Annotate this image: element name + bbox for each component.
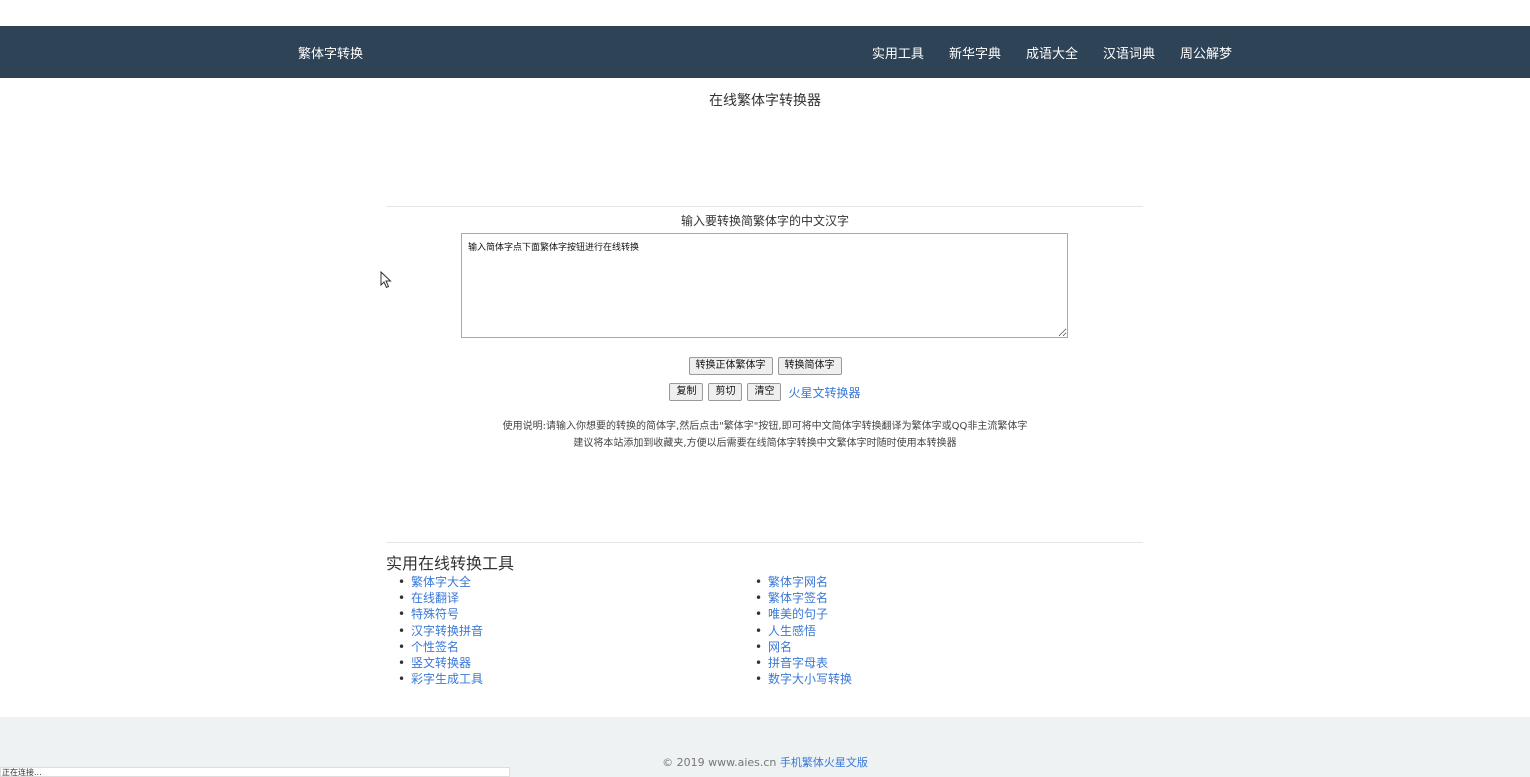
tools-list-right: 繁体字网名 繁体字签名 唯美的句子 人生感悟 网名 拼音字母表 数字大小写转换 bbox=[755, 574, 852, 688]
clear-button[interactable]: 清空 bbox=[747, 383, 782, 401]
tool-link[interactable]: 数字大小写转换 bbox=[768, 672, 852, 686]
tool-link[interactable]: 人生感悟 bbox=[768, 624, 816, 638]
top-navbar: 繁体字转换 实用工具 新华字典 成语大全 汉语词典 周公解梦 bbox=[0, 26, 1530, 78]
list-item: 拼音字母表 bbox=[755, 655, 852, 671]
tool-link[interactable]: 唯美的句子 bbox=[768, 607, 828, 621]
list-item: 唯美的句子 bbox=[755, 606, 852, 622]
browser-status-bar: 正在连接... bbox=[0, 767, 510, 777]
tool-link[interactable]: 彩字生成工具 bbox=[411, 672, 483, 686]
instructions-line-1: 使用说明:请输入你想要的转换的简体字,然后点击"繁体字"按钮,即可将中文简体字转… bbox=[502, 421, 1028, 432]
brand-link[interactable]: 繁体字转换 bbox=[298, 43, 363, 62]
list-item: 汉字转换拼音 bbox=[398, 623, 483, 639]
list-item: 彩字生成工具 bbox=[398, 671, 483, 687]
tool-link[interactable]: 汉字转换拼音 bbox=[411, 624, 483, 638]
list-item: 个性签名 bbox=[398, 639, 483, 655]
copy-button[interactable]: 复制 bbox=[669, 383, 704, 401]
nav-link-tools[interactable]: 实用工具 bbox=[872, 43, 924, 62]
tools-list-left: 繁体字大全 在线翻译 特殊符号 汉字转换拼音 个性签名 竖文转换器 彩字生成工具 bbox=[398, 574, 483, 688]
edit-button-row: 复制 剪切 清空 火星文转换器 bbox=[0, 383, 1530, 401]
copyright-text: © 2019 www.aies.cn bbox=[662, 756, 777, 769]
tool-link[interactable]: 竖文转换器 bbox=[411, 656, 471, 670]
mouse-cursor-icon bbox=[380, 271, 392, 289]
nav-link-dream-interpretation[interactable]: 周公解梦 bbox=[1180, 43, 1232, 62]
convert-simplified-button[interactable]: 转换简体字 bbox=[777, 357, 842, 375]
divider bbox=[386, 542, 1143, 543]
list-item: 繁体字签名 bbox=[755, 590, 852, 606]
nav-link-idioms[interactable]: 成语大全 bbox=[1026, 43, 1078, 62]
mars-text-converter-link[interactable]: 火星文转换器 bbox=[788, 384, 860, 401]
list-item: 繁体字网名 bbox=[755, 574, 852, 590]
list-item: 数字大小写转换 bbox=[755, 671, 852, 687]
tool-link[interactable]: 个性签名 bbox=[411, 640, 459, 654]
list-item: 网名 bbox=[755, 639, 852, 655]
conversion-textarea[interactable]: 输入简体字点下面繁体字按钮进行在线转换 bbox=[461, 233, 1068, 338]
tool-link[interactable]: 在线翻译 bbox=[411, 591, 459, 605]
convert-traditional-button[interactable]: 转换正体繁体字 bbox=[688, 357, 773, 375]
page-title: 在线繁体字转换器 bbox=[709, 93, 821, 109]
input-label: 输入要转换简繁体字的中文汉字 bbox=[680, 214, 849, 228]
tool-link[interactable]: 网名 bbox=[768, 640, 792, 654]
tools-section-title: 实用在线转换工具 bbox=[386, 554, 515, 573]
tool-link[interactable]: 特殊符号 bbox=[411, 607, 459, 621]
tool-link[interactable]: 繁体字大全 bbox=[411, 575, 471, 589]
mobile-version-link[interactable]: 手机繁体火星文版 bbox=[780, 756, 868, 769]
instructions-line-2: 建议将本站添加到收藏夹,方便以后需要在线简体字转换中文繁体字时随时使用本转换器 bbox=[573, 438, 957, 449]
cut-button[interactable]: 剪切 bbox=[708, 383, 743, 401]
nav-links: 实用工具 新华字典 成语大全 汉语词典 周公解梦 bbox=[872, 43, 1232, 62]
nav-link-chinese-dictionary[interactable]: 汉语词典 bbox=[1103, 43, 1155, 62]
tool-link[interactable]: 拼音字母表 bbox=[768, 656, 828, 670]
list-item: 繁体字大全 bbox=[398, 574, 483, 590]
nav-link-dictionary[interactable]: 新华字典 bbox=[949, 43, 1001, 62]
tool-link[interactable]: 繁体字签名 bbox=[768, 591, 828, 605]
convert-button-row: 转换正体繁体字 转换简体字 bbox=[0, 357, 1530, 375]
divider bbox=[386, 206, 1143, 207]
list-item: 人生感悟 bbox=[755, 623, 852, 639]
list-item: 特殊符号 bbox=[398, 606, 483, 622]
list-item: 在线翻译 bbox=[398, 590, 483, 606]
tool-link[interactable]: 繁体字网名 bbox=[768, 575, 828, 589]
usage-instructions: 使用说明:请输入你想要的转换的简体字,然后点击"繁体字"按钮,即可将中文简体字转… bbox=[0, 418, 1530, 452]
list-item: 竖文转换器 bbox=[398, 655, 483, 671]
